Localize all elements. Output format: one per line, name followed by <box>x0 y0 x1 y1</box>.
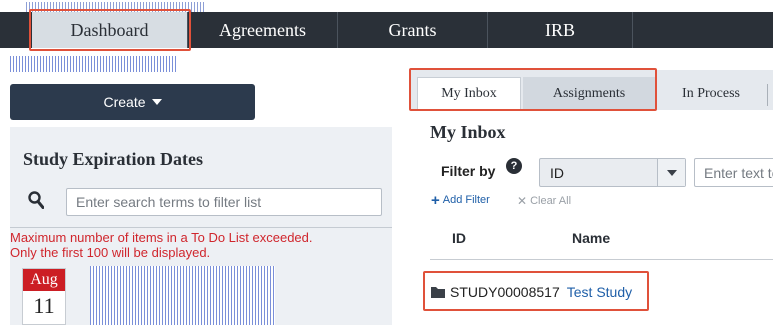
calendar-day: 11 <box>33 293 55 318</box>
filter-field-select[interactable]: ID <box>539 158 686 187</box>
chevron-down-icon <box>151 99 162 105</box>
panel-title: Study Expiration Dates <box>23 149 204 169</box>
tab-in-process[interactable]: In Process <box>657 77 765 110</box>
add-filter-label: Add Filter <box>442 194 490 206</box>
warning-line-1: Maximum number of items in a To Do List … <box>10 230 313 245</box>
nav-tab-grants[interactable]: Grants <box>338 12 488 48</box>
filter-by-label: Filter by <box>441 163 496 179</box>
warning-message: Maximum number of items in a To Do List … <box>10 227 392 260</box>
highlight-dashboard-tab <box>29 9 191 51</box>
tab-divider <box>767 84 768 106</box>
study-expiration-panel: Study Expiration Dates Enter search term… <box>10 127 392 325</box>
highlight-study-row <box>423 271 649 311</box>
header-divider <box>430 259 773 260</box>
chevron-down-icon <box>657 159 685 186</box>
create-button-label: Create <box>103 94 146 110</box>
column-header-name[interactable]: Name <box>572 230 610 246</box>
search-input[interactable]: Enter search terms to filter list <box>66 188 382 216</box>
plus-icon: + <box>431 191 440 209</box>
clear-all-label: Clear All <box>530 195 572 207</box>
column-header-id[interactable]: ID <box>452 230 466 246</box>
add-filter-link[interactable]: + Add Filter <box>431 191 490 209</box>
page-title: My Inbox <box>430 122 506 142</box>
filter-select-value: ID <box>550 165 564 181</box>
search-icon[interactable] <box>28 191 44 209</box>
highlight-inbox-tabs <box>409 68 657 111</box>
create-button[interactable]: Create <box>10 84 255 120</box>
redacted-item-text <box>90 266 275 325</box>
clear-all-link[interactable]: ✕ Clear All <box>517 194 571 208</box>
help-icon[interactable]: ? <box>506 158 522 174</box>
calendar-month: Aug <box>23 269 65 291</box>
filter-text-input[interactable]: Enter text to search for <box>694 158 773 187</box>
nav-tab-agreements[interactable]: Agreements <box>188 12 338 48</box>
close-icon: ✕ <box>517 194 528 208</box>
nav-tab-irb[interactable]: IRB <box>488 12 633 48</box>
warning-line-2: Only the first 100 will be displayed. <box>10 245 211 260</box>
calendar-date-badge: Aug 11 <box>22 268 66 325</box>
site-name-redacted <box>10 56 178 72</box>
